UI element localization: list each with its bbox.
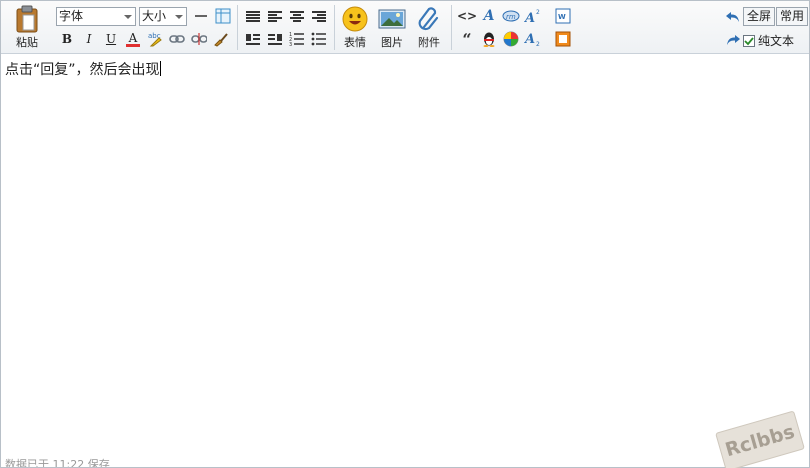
ordered-list-button[interactable]: 1 2 3 <box>287 29 307 49</box>
svg-text:2: 2 <box>536 41 540 47</box>
font-size-select[interactable]: 大小 <box>139 7 187 26</box>
brush-icon <box>214 33 228 47</box>
float-right-button[interactable] <box>265 29 285 49</box>
align-justify-button[interactable] <box>243 6 263 26</box>
video-button[interactable] <box>501 29 521 49</box>
paste-label: 粘贴 <box>16 36 38 49</box>
video-icon <box>503 31 519 47</box>
align-right-icon <box>312 10 326 22</box>
undo-icon <box>726 12 739 22</box>
font-color-swatch <box>126 43 140 47</box>
chevron-down-icon <box>124 15 132 19</box>
penguin-icon <box>483 32 495 47</box>
svg-text:A: A <box>524 32 535 47</box>
toolbar-separator <box>334 5 335 50</box>
align-left-icon <box>268 10 282 22</box>
subscript-icon: A 2 <box>524 32 540 47</box>
editor-text: 点击“回复”，然后会出现 <box>5 62 160 78</box>
svg-text:3: 3 <box>289 42 292 47</box>
insert-link-button[interactable] <box>167 29 187 49</box>
editor-toolbar: 粘贴 字体 大小 B I U A abc 1 2 3 表情 图片 附件 <> A… <box>1 1 809 54</box>
emoji-label: 表情 <box>344 36 366 49</box>
toolbar-separator <box>237 5 238 50</box>
paste-button[interactable]: 粘贴 <box>15 5 39 50</box>
ordered-list-icon: 1 2 3 <box>289 32 304 47</box>
media-button[interactable]: rm <box>501 6 521 26</box>
plaintext-checkbox[interactable] <box>743 34 755 47</box>
highlight-button[interactable]: abc <box>145 29 165 49</box>
table-icon <box>215 8 231 24</box>
emoji-button[interactable]: 表情 <box>342 5 368 50</box>
common-button[interactable]: 常用 <box>776 7 809 26</box>
image-icon <box>378 9 406 29</box>
attachment-button[interactable]: 附件 <box>416 5 442 50</box>
link-icon <box>169 35 185 43</box>
font-size-value: 大小 <box>142 9 167 23</box>
align-center-button[interactable] <box>287 6 307 26</box>
quote-button[interactable]: “ <box>457 29 477 49</box>
font-family-select[interactable]: 字体 <box>56 7 136 26</box>
remove-link-button[interactable] <box>189 29 209 49</box>
svg-text:rm: rm <box>506 13 516 21</box>
svg-text:W: W <box>558 13 566 21</box>
chevron-down-icon <box>175 15 183 19</box>
attachment-label: 附件 <box>418 36 440 49</box>
undo-button[interactable] <box>723 7 743 27</box>
subscript-button[interactable]: A 2 <box>523 29 543 49</box>
font-style-button[interactable]: A <box>479 6 499 26</box>
svg-text:2: 2 <box>536 9 540 16</box>
unordered-list-icon <box>311 32 326 46</box>
highlighter-icon: abc <box>148 32 162 47</box>
float-right-icon <box>268 33 282 45</box>
image-label: 图片 <box>381 36 403 49</box>
unordered-list-button[interactable] <box>309 29 329 49</box>
font-color-glyph: A <box>128 30 138 45</box>
redo-icon <box>727 35 740 45</box>
word-document-icon: W <box>555 8 571 24</box>
underline-button[interactable]: U <box>101 29 121 49</box>
align-left-button[interactable] <box>265 6 285 26</box>
code-button[interactable]: <> <box>457 6 477 26</box>
font-color-button[interactable]: A <box>123 29 143 49</box>
bold-button[interactable]: B <box>57 29 77 49</box>
plaintext-toggle[interactable]: 纯文本 <box>743 32 794 49</box>
checkmark-icon <box>744 36 754 45</box>
editor-status-bar: 数据已于 11:22 保存 <box>1 457 809 467</box>
redo-button[interactable] <box>723 30 743 50</box>
horizontal-rule-icon <box>195 15 207 17</box>
clear-format-button[interactable] <box>211 29 231 49</box>
rich-text-editor: 粘贴 字体 大小 B I U A abc 1 2 3 表情 图片 附件 <> A… <box>0 0 810 468</box>
text-caret <box>159 61 161 76</box>
clipboard-icon <box>16 5 38 33</box>
align-justify-icon <box>246 10 260 22</box>
plaintext-label: 纯文本 <box>758 34 795 48</box>
flash-button[interactable] <box>553 29 573 49</box>
float-left-icon <box>246 33 260 45</box>
float-left-button[interactable] <box>243 29 263 49</box>
italic-button[interactable]: I <box>79 29 99 49</box>
svg-text:A: A <box>524 11 535 24</box>
flash-icon <box>555 31 571 47</box>
superscript-button[interactable]: A 2 <box>523 6 543 26</box>
smiley-icon <box>342 6 368 32</box>
unlink-icon <box>191 33 207 45</box>
insert-image-button[interactable]: 图片 <box>378 5 406 50</box>
font-family-value: 字体 <box>59 9 84 23</box>
status-text: 数据已于 11:22 保存 <box>5 458 110 467</box>
insert-table-button[interactable] <box>213 6 233 26</box>
superscript-icon: A 2 <box>524 9 540 24</box>
paste-word-button[interactable]: W <box>553 6 573 26</box>
font-style-icon: A <box>483 8 495 24</box>
paperclip-icon <box>418 7 439 31</box>
align-right-button[interactable] <box>309 6 329 26</box>
fullscreen-button[interactable]: 全屏 <box>743 7 776 26</box>
align-center-icon <box>290 10 304 22</box>
qq-button[interactable] <box>479 29 499 49</box>
editor-content-area[interactable]: 点击“回复”，然后会出现 <box>1 55 809 460</box>
horizontal-rule-button[interactable] <box>191 6 211 26</box>
media-icon: rm <box>502 10 520 22</box>
toolbar-separator <box>451 5 452 50</box>
